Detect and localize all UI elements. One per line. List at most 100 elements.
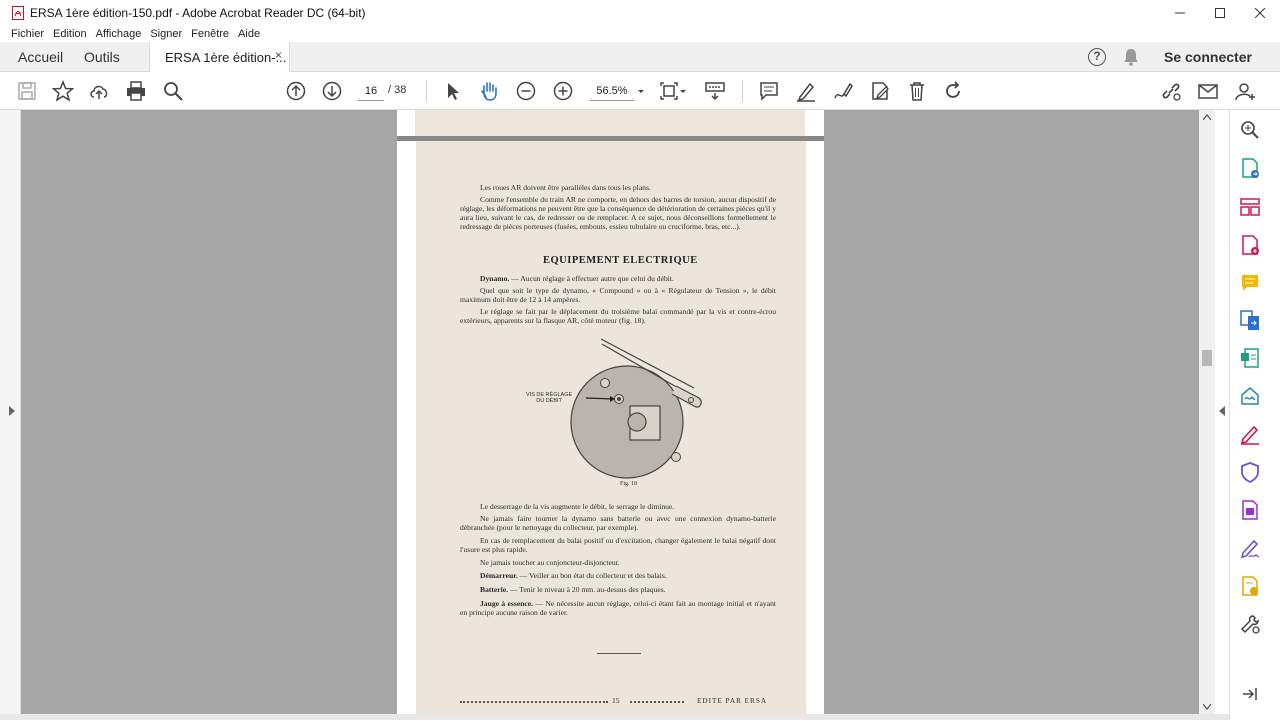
- acrobat-app-icon: [12, 6, 24, 20]
- left-panel-collapsed[interactable]: [0, 110, 21, 720]
- tab-bar: Accueil Outils ERSA 1ère édition-... × ?…: [0, 42, 1280, 73]
- footer-dots-left: [460, 701, 608, 703]
- section-rule: [597, 653, 641, 654]
- tab-document-label: ERSA 1ère édition-...: [165, 50, 287, 65]
- title-bar: ERSA 1ère édition-150.pdf - Adobe Acroba…: [0, 0, 1280, 26]
- menu-edition[interactable]: Edition: [53, 28, 87, 40]
- collapse-right-panel-icon[interactable]: [1219, 406, 1225, 416]
- footer-publisher: EDITE PAR ERSA: [697, 697, 768, 705]
- comment-tool-icon[interactable]: [1239, 272, 1261, 294]
- save-icon[interactable]: [16, 80, 38, 102]
- paragraph-jamais: Ne jamais faire tourner la dynamo sans b…: [460, 514, 776, 532]
- email-icon[interactable]: [1197, 80, 1219, 102]
- edit-pdf-icon[interactable]: [1239, 347, 1261, 369]
- horizontal-scrollbar[interactable]: [0, 714, 1229, 720]
- search-icon[interactable]: [162, 80, 184, 102]
- jauge-label: Jauge à essence.: [480, 599, 534, 608]
- maximize-button[interactable]: [1200, 0, 1240, 26]
- paragraph-reglage: Le réglage se fait par le déplacement du…: [460, 307, 776, 325]
- tools-pane: [1229, 110, 1280, 720]
- current-page-input[interactable]: 16: [358, 81, 384, 101]
- zoom-dropdown-chevron-icon[interactable]: [636, 80, 646, 102]
- protect-shield-icon[interactable]: [1239, 461, 1261, 484]
- scrollbar-thumb[interactable]: [1202, 350, 1212, 366]
- fill-and-sign-icon[interactable]: [1239, 423, 1261, 445]
- menu-affichage[interactable]: Affichage: [96, 28, 142, 40]
- zoom-in-icon[interactable]: [552, 80, 574, 102]
- paragraph-dynamo: Dynamo. — Aucun réglage à effectuer autr…: [480, 274, 780, 283]
- create-pdf-icon[interactable]: [1239, 234, 1261, 256]
- pdf-page: Les roues AR doivent être parallèles dan…: [397, 141, 824, 714]
- scroll-up-icon[interactable]: [1203, 114, 1211, 120]
- tab-document[interactable]: ERSA 1ère édition-... ×: [149, 42, 290, 73]
- window-title: ERSA 1ère édition-150.pdf - Adobe Acroba…: [30, 6, 366, 20]
- fill-sign-icon[interactable]: [869, 80, 891, 102]
- help-icon[interactable]: ?: [1088, 48, 1106, 66]
- paragraph-desserrage: Le desserrage de la vis augmente le débi…: [480, 502, 675, 511]
- sign-pen-icon[interactable]: [832, 80, 854, 102]
- certificates-pen-icon[interactable]: [1239, 537, 1261, 559]
- expand-left-panel-icon[interactable]: [9, 406, 15, 416]
- minimize-button[interactable]: [1160, 0, 1200, 26]
- batterie-text: — Tenir le niveau à 20 mm. au-dessus des…: [508, 585, 666, 594]
- keyboard-scroll-icon[interactable]: [704, 80, 726, 102]
- vertical-scrollbar[interactable]: [1199, 110, 1215, 714]
- menu-fichier[interactable]: Fichier: [11, 28, 44, 40]
- dynamo-text: — Aucun réglage à effectuer autre que ce…: [509, 274, 674, 283]
- paragraph-remplacement: En cas de remplacement du balai positif …: [460, 536, 776, 554]
- fit-page-icon[interactable]: [658, 80, 680, 102]
- tab-tools[interactable]: Outils: [84, 42, 120, 72]
- dynamo-label: Dynamo.: [480, 274, 510, 283]
- export-pdf-icon[interactable]: [1239, 157, 1261, 179]
- send-for-signature-icon[interactable]: [1239, 385, 1261, 407]
- sign-in-link[interactable]: Se connecter: [1164, 49, 1252, 65]
- organize-pages-icon[interactable]: [1239, 196, 1261, 218]
- document-viewport[interactable]: Les roues AR doivent être parallèles dan…: [21, 110, 1199, 714]
- figure-label: VIS DE RÉGLAGE DU DÉBIT: [526, 392, 572, 404]
- fit-dropdown-chevron-icon[interactable]: [678, 80, 688, 102]
- menu-bar: Fichier Edition Affichage Signer Fenêtre…: [0, 26, 1280, 42]
- stamp-icon[interactable]: [1239, 575, 1261, 597]
- bell-icon[interactable]: [1123, 48, 1139, 66]
- main-toolbar: [0, 72, 1280, 110]
- figure-label-line-2: DU DÉBIT: [536, 398, 562, 404]
- demarreur-text: — Veiller au bon état du collecteur et d…: [517, 571, 667, 580]
- delete-trash-icon[interactable]: [906, 80, 928, 102]
- comment-icon[interactable]: [758, 80, 780, 102]
- zoom-level-input[interactable]: 56.5%: [590, 81, 634, 101]
- menu-fenetre[interactable]: Fenêtre: [191, 28, 229, 40]
- tab-home[interactable]: Accueil: [18, 42, 63, 72]
- tab-close-icon[interactable]: ×: [275, 48, 282, 62]
- paragraph-compound: Quel que soit le type de dynamo, « Compo…: [460, 286, 776, 304]
- paragraph-batterie: Batterie. — Tenir le niveau à 20 mm. au-…: [480, 585, 780, 594]
- scanned-page-image: Les roues AR doivent être parallèles dan…: [416, 141, 806, 714]
- figure-caption: Fig. 18: [620, 481, 638, 487]
- section-title: EQUIPEMENT ELECTRIQUE: [543, 255, 698, 266]
- print-icon[interactable]: [125, 80, 147, 102]
- bookmark-star-icon[interactable]: [52, 80, 74, 102]
- add-user-icon[interactable]: [1234, 80, 1256, 102]
- next-page-icon[interactable]: [321, 80, 343, 102]
- scroll-down-icon[interactable]: [1203, 704, 1211, 710]
- search-zoom-tool-icon[interactable]: [1239, 119, 1261, 141]
- menu-aide[interactable]: Aide: [238, 28, 260, 40]
- highlight-pen-icon[interactable]: [795, 80, 817, 102]
- rich-media-icon[interactable]: [1239, 499, 1261, 521]
- cloud-upload-icon[interactable]: [88, 80, 110, 102]
- paragraph-demarreur: Démarreur. — Veiller au bon état du coll…: [480, 571, 780, 580]
- more-tools-wrench-icon[interactable]: [1239, 613, 1261, 635]
- hand-tool-icon[interactable]: [478, 80, 500, 102]
- collapse-tools-pane-icon[interactable]: [1239, 683, 1261, 705]
- paragraph-conjoncteur: Ne jamais toucher au conjoncteur-disjonc…: [480, 558, 620, 567]
- previous-page-icon[interactable]: [285, 80, 307, 102]
- share-link-icon[interactable]: [1160, 80, 1182, 102]
- select-cursor-icon[interactable]: [442, 80, 464, 102]
- previous-page-bottom: [397, 110, 824, 136]
- dynamo-figure: [570, 338, 702, 479]
- zoom-out-icon[interactable]: [515, 80, 537, 102]
- rotate-icon[interactable]: [942, 80, 964, 102]
- combine-files-icon[interactable]: [1239, 309, 1261, 331]
- paragraph-train-ar: Comme l'ensemble du train AR ne comporte…: [460, 195, 776, 231]
- menu-signer[interactable]: Signer: [150, 28, 182, 40]
- close-window-button[interactable]: [1240, 0, 1280, 26]
